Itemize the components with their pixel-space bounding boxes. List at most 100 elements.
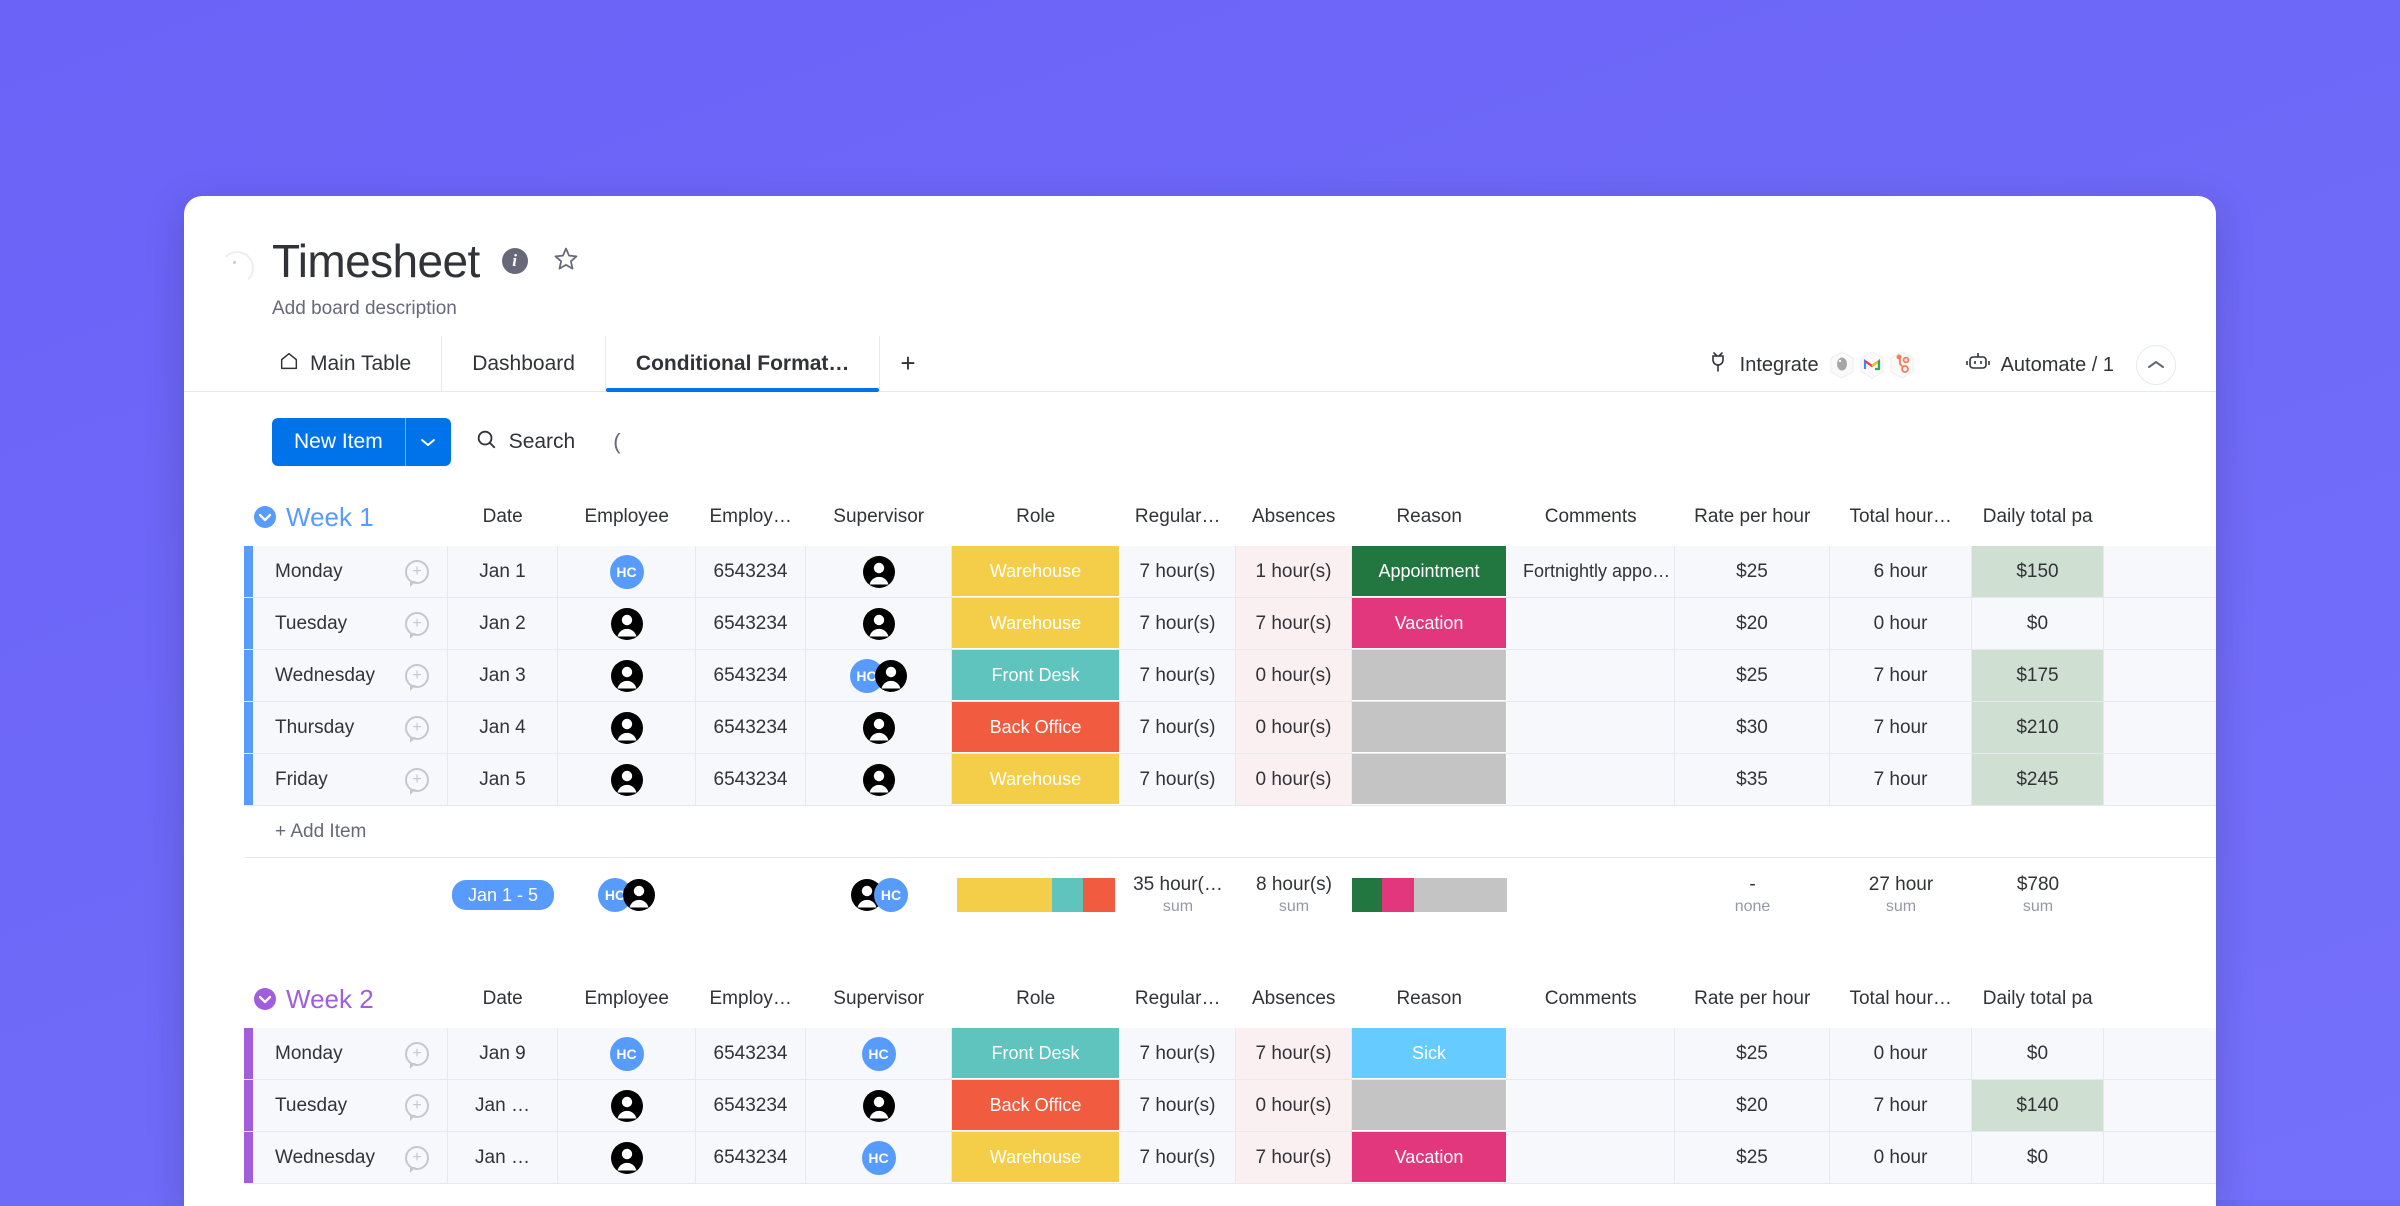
cell-rate[interactable]: $30 [1675, 702, 1830, 753]
column-header-total[interactable]: Total hour… [1830, 506, 1972, 528]
cell-absences[interactable]: 7 hour(s) [1236, 598, 1352, 649]
cell-row-name[interactable]: Tuesday+ [253, 598, 448, 649]
cell-comments[interactable]: Fortnightly appo… [1507, 546, 1675, 597]
cell-date[interactable]: Jan 2 [448, 598, 558, 649]
cell-role[interactable]: Front Desk [952, 650, 1120, 701]
column-header-comments[interactable]: Comments [1507, 506, 1675, 528]
cell-absences[interactable]: 0 hour(s) [1236, 702, 1352, 753]
cell-absences[interactable]: 0 hour(s) [1236, 650, 1352, 701]
column-header-role[interactable]: Role [952, 506, 1120, 528]
cell-rate[interactable]: $20 [1675, 598, 1830, 649]
avatar[interactable] [862, 1089, 896, 1123]
cell-regular[interactable]: 7 hour(s) [1120, 754, 1236, 805]
cell-role[interactable]: Warehouse [952, 546, 1120, 597]
cell-row-name[interactable]: Thursday+ [253, 702, 448, 753]
add-update-icon[interactable]: + [405, 716, 429, 740]
cell-supervisor[interactable] [806, 598, 952, 649]
cell-row-name[interactable]: Monday+ [253, 1028, 448, 1079]
hubspot-icon[interactable] [1885, 348, 1919, 382]
cell-rate[interactable]: $25 [1675, 546, 1830, 597]
cell-total[interactable]: 0 hour [1830, 1028, 1972, 1079]
search-button[interactable]: Search [475, 428, 576, 456]
cell-pay[interactable]: $210 [1972, 702, 2104, 753]
avatar[interactable] [610, 763, 644, 797]
cell-date[interactable]: Jan … [448, 1132, 558, 1183]
cell-supervisor[interactable] [806, 702, 952, 753]
column-header-supervisor[interactable]: Supervisor [806, 506, 952, 528]
cell-absences[interactable]: 0 hour(s) [1236, 754, 1352, 805]
cell-supervisor[interactable] [806, 1080, 952, 1131]
group-title[interactable]: Week 2 [286, 984, 374, 1015]
cell-pay[interactable]: $245 [1972, 754, 2104, 805]
table-row[interactable]: Wednesday+Jan …6543234HCWarehouse7 hour(… [244, 1132, 2216, 1184]
column-header-rate[interactable]: Rate per hour [1675, 988, 1830, 1010]
column-header-empid[interactable]: Employ… [696, 988, 806, 1010]
cell-row-name[interactable]: Tuesday+ [253, 1080, 448, 1131]
avatar[interactable]: HC [610, 555, 644, 589]
cell-empid[interactable]: 6543234 [696, 754, 806, 805]
cell-role[interactable]: Front Desk [952, 1028, 1120, 1079]
avatar[interactable] [610, 607, 644, 641]
avatar[interactable] [862, 555, 896, 589]
column-header-reason[interactable]: Reason [1352, 506, 1507, 528]
avatar[interactable]: HC [862, 1037, 896, 1071]
cell-employee[interactable] [558, 1080, 696, 1131]
cell-date[interactable]: Jan … [448, 1080, 558, 1131]
cell-role[interactable]: Back Office [952, 1080, 1120, 1131]
add-update-icon[interactable]: + [405, 768, 429, 792]
column-header-role[interactable]: Role [952, 988, 1120, 1010]
column-header-total[interactable]: Total hour… [1830, 988, 1972, 1010]
cell-reason[interactable] [1352, 650, 1507, 701]
cell-supervisor[interactable]: HC [806, 1132, 952, 1183]
cell-regular[interactable]: 7 hour(s) [1120, 598, 1236, 649]
cell-date[interactable]: Jan 1 [448, 546, 558, 597]
cell-comments[interactable] [1507, 1080, 1675, 1131]
cell-role[interactable]: Warehouse [952, 598, 1120, 649]
cell-empid[interactable]: 6543234 [696, 598, 806, 649]
gmail-icon[interactable] [1855, 348, 1889, 382]
table-row[interactable]: Wednesday+Jan 36543234HCFront Desk7 hour… [244, 650, 2216, 702]
cell-absences[interactable]: 7 hour(s) [1236, 1028, 1352, 1079]
cell-row-name[interactable]: Monday+ [253, 546, 448, 597]
cell-row-name[interactable]: Friday+ [253, 754, 448, 805]
column-header-reason[interactable]: Reason [1352, 988, 1507, 1010]
chevron-down-icon[interactable] [405, 418, 451, 466]
avatar[interactable] [622, 878, 656, 912]
cell-regular[interactable]: 7 hour(s) [1120, 702, 1236, 753]
avatar[interactable] [874, 659, 908, 693]
cell-pay[interactable]: $140 [1972, 1080, 2104, 1131]
table-row[interactable]: Monday+Jan 9HC6543234HCFront Desk7 hour(… [244, 1028, 2216, 1080]
add-update-icon[interactable]: + [405, 1042, 429, 1066]
column-header-date[interactable]: Date [448, 506, 558, 528]
add-update-icon[interactable]: + [405, 664, 429, 688]
cell-reason[interactable] [1352, 1080, 1507, 1131]
table-row[interactable]: Monday+Jan 1HC6543234Warehouse7 hour(s)1… [244, 546, 2216, 598]
cell-reason[interactable]: Vacation [1352, 1132, 1507, 1183]
cell-pay[interactable]: $0 [1972, 1028, 2104, 1079]
cell-comments[interactable] [1507, 650, 1675, 701]
cell-row-name[interactable]: Wednesday+ [253, 1132, 448, 1183]
column-header-employee[interactable]: Employee [558, 506, 696, 528]
automate-button[interactable]: Automate / 1 [1965, 350, 2114, 380]
cell-employee[interactable] [558, 1132, 696, 1183]
tab-dashboard[interactable]: Dashboard [441, 336, 605, 391]
cell-total[interactable]: 0 hour [1830, 1132, 1972, 1183]
column-header-comments[interactable]: Comments [1507, 988, 1675, 1010]
avatar[interactable]: HC [862, 1141, 896, 1175]
column-header-absences[interactable]: Absences [1236, 988, 1352, 1010]
column-header-date[interactable]: Date [448, 988, 558, 1010]
column-header-pay[interactable]: Daily total pa [1972, 988, 2104, 1010]
cell-supervisor[interactable]: HC [806, 650, 952, 701]
cell-role[interactable]: Back Office [952, 702, 1120, 753]
cell-absences[interactable]: 7 hour(s) [1236, 1132, 1352, 1183]
cell-pay[interactable]: $175 [1972, 650, 2104, 701]
cell-empid[interactable]: 6543234 [696, 1028, 806, 1079]
info-icon[interactable]: i [502, 248, 528, 274]
collapse-group-icon[interactable] [244, 505, 286, 529]
cell-regular[interactable]: 7 hour(s) [1120, 1080, 1236, 1131]
avatar[interactable] [610, 711, 644, 745]
cell-employee[interactable] [558, 598, 696, 649]
cell-role[interactable]: Warehouse [952, 754, 1120, 805]
cell-employee[interactable]: HC [558, 546, 696, 597]
cell-regular[interactable]: 7 hour(s) [1120, 546, 1236, 597]
